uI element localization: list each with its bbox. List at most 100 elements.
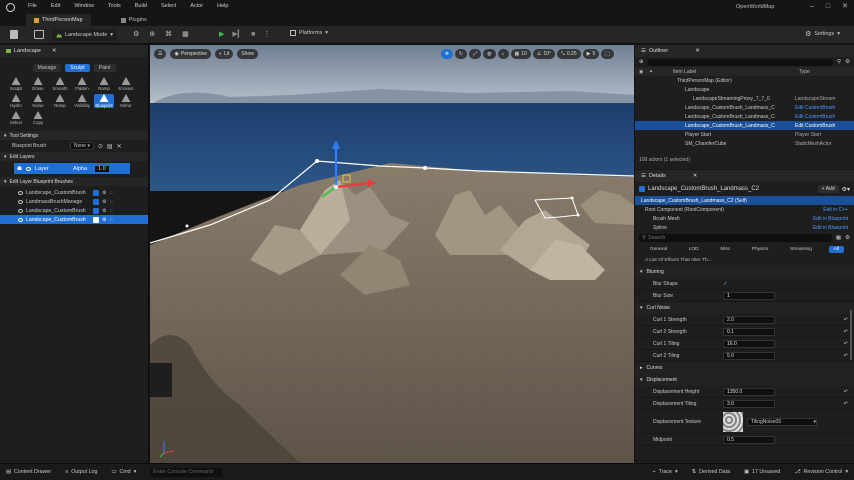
save-icon[interactable] [10, 30, 18, 39]
viewport-scene[interactable] [150, 45, 634, 463]
spline-point[interactable] [315, 159, 319, 163]
reset-icon[interactable]: ↶ [844, 401, 848, 407]
tool-smooth[interactable]: Smooth [50, 77, 70, 91]
add-actor-icon[interactable]: ⊕ [149, 30, 155, 38]
brush-item[interactable]: Landscape_CustomBrush ⚙ ◌ [0, 188, 148, 197]
settings-icon[interactable]: ⚙ [102, 217, 107, 223]
level-viewport[interactable]: ☰ ◉ Perspective ◐ Lit Show ✥ ↻ ⤢ ◍ ⌂ ▦ 10 ∠… [150, 45, 634, 463]
filter-misc[interactable]: Misc [715, 246, 735, 253]
prop-input[interactable]: 1350.0 [723, 387, 775, 396]
outliner-item-type[interactable]: Edit CustomBrush [795, 105, 850, 111]
eye-icon[interactable] [18, 217, 23, 222]
mode-manage[interactable]: Manage [32, 64, 62, 72]
lit-button[interactable]: ◐ Lit [214, 49, 234, 59]
column-type[interactable]: Type [799, 69, 810, 75]
outliner-item-type[interactable]: Edit CustomBrush [795, 114, 850, 120]
settings-icon[interactable]: ⚙ [102, 208, 107, 214]
component-self-row[interactable]: Landscape_CustomBrush_Landmass_C2 (Self) [635, 196, 854, 205]
close-icon[interactable]: ✕ [52, 48, 57, 54]
tool-blueprint[interactable]: Blueprint [94, 94, 114, 108]
revision-control-button[interactable]: ⎇ Revision Control ▾ [794, 469, 848, 475]
tool-copy[interactable]: Copy [28, 111, 48, 125]
column-item-label[interactable]: Item Label [673, 69, 799, 75]
folder-icon[interactable]: ▤ [107, 143, 113, 150]
menu-actor[interactable]: Actor [190, 3, 203, 9]
translate-icon[interactable]: ✥ [440, 49, 453, 59]
details-search-input[interactable]: ⚲ Search [639, 234, 832, 242]
eye-icon[interactable] [18, 208, 23, 213]
tool-flatten[interactable]: Flatten [72, 77, 92, 91]
settings-icon[interactable]: ⚙ [845, 235, 850, 241]
filter-lod[interactable]: LOD [684, 246, 704, 253]
maximize-viewport-icon[interactable]: ⬚ [601, 49, 614, 59]
menu-select[interactable]: Select [161, 3, 176, 9]
eye-icon[interactable] [18, 199, 23, 204]
category-curves[interactable]: ▸ Curves [635, 362, 854, 374]
outliner-row[interactable]: LandscapeStreamingProxy_7_7_0 LandscapeSt… [635, 94, 854, 103]
prop-input[interactable]: 2.0 [723, 315, 775, 324]
outliner-row[interactable]: ThirdPersonMap (Editor) [635, 76, 854, 85]
tool-visibility[interactable]: Visibility [72, 94, 92, 108]
spline-point[interactable] [423, 166, 427, 170]
filter-physics[interactable]: Physics [747, 246, 774, 253]
reset-icon[interactable]: ↶ [844, 353, 848, 359]
outliner-row[interactable]: Player Start Player Start [635, 130, 854, 139]
content-drawer-button[interactable]: ▤ Content Drawer [6, 469, 51, 475]
close-icon[interactable]: ✕ [693, 173, 698, 179]
minimize-icon[interactable]: – [810, 3, 814, 10]
reset-icon[interactable]: ↶ [844, 389, 848, 395]
clear-icon[interactable]: ✕ [117, 143, 122, 150]
alpha-input[interactable]: 1.0 [95, 165, 109, 172]
rotate-icon[interactable]: ↻ [454, 49, 468, 59]
blur-size-input[interactable]: 1 [723, 291, 775, 300]
reset-icon[interactable]: ↶ [844, 341, 848, 347]
camera-speed-button[interactable]: ▶ 5 [582, 49, 600, 59]
visible-icon[interactable]: ◌ [110, 190, 113, 196]
tool-select[interactable]: Select [6, 111, 26, 125]
menu-build[interactable]: Build [135, 3, 147, 9]
brushes-header[interactable]: ▾ Edit Layer Blueprint Brushes [0, 177, 148, 186]
blueprint-options-icon[interactable]: ⚙▾ [842, 186, 850, 193]
unsaved-button[interactable]: ▣ 17 Unsaved [744, 469, 780, 475]
texture-thumbnail[interactable] [723, 411, 743, 432]
mode-paint[interactable]: Paint [93, 64, 116, 72]
root-component-row[interactable]: Root Component (RootComponent) Edit in C… [635, 205, 854, 214]
eye-icon[interactable] [18, 190, 23, 195]
menu-window[interactable]: Window [74, 3, 94, 9]
angle-snap-button[interactable]: ∠ 10° [532, 49, 555, 59]
spline-point[interactable] [185, 224, 189, 228]
step-icon[interactable]: ▶▎ [232, 30, 243, 38]
scale-icon[interactable]: ⤢ [469, 49, 482, 59]
close-icon[interactable]: ✕ [695, 48, 700, 54]
panel-tab-outliner[interactable]: ☰ Outliner ✕ [635, 45, 854, 57]
output-log-button[interactable]: ≡ Output Log [65, 469, 97, 475]
content-icon[interactable] [34, 30, 44, 39]
edit-layer-row[interactable]: ☗ Layer Alpha 1.0 [14, 163, 130, 174]
scale-snap-button[interactable]: ⤡ 0.25 [556, 49, 581, 59]
spline-row[interactable]: Spline Edit in Blueprint [635, 223, 854, 232]
tool-erase[interactable]: Erase [28, 77, 48, 91]
grid-snap-button[interactable]: ▦ 10 [510, 49, 531, 59]
outliner-row[interactable]: Landscape_CustomBrush_Landmass_C Edit Cus… [635, 112, 854, 121]
brush-item[interactable]: Landscape_CustomBrush ⚙ ◌ [0, 215, 148, 224]
tool-retop[interactable]: Retop [50, 94, 70, 108]
brush-point[interactable] [576, 213, 580, 217]
filter-icon[interactable]: ⚲ [837, 59, 841, 65]
cmd-button[interactable]: ▭ Cmd ▾ [111, 469, 136, 475]
outliner-row[interactable]: Landscape_CustomBrush_Landmass_C Edit Cus… [635, 121, 854, 130]
show-button[interactable]: Show [237, 49, 258, 59]
play-icon[interactable]: ▶ [219, 30, 224, 38]
category-displacement[interactable]: ▾ Displacement [635, 374, 854, 386]
more-options-icon[interactable]: ⋮ [263, 30, 270, 38]
menu-edit[interactable]: Edit [51, 3, 60, 9]
outliner-row[interactable]: Landscape_CustomBrush_Landmass_C Edit Cus… [635, 103, 854, 112]
console-input[interactable]: Enter Console Command [150, 467, 223, 477]
cinematics-icon[interactable]: ▦ [182, 30, 189, 38]
tool-erosion[interactable]: Erosion [116, 77, 136, 91]
settings-icon[interactable]: ⚙ [102, 199, 107, 205]
menu-help[interactable]: Help [217, 3, 228, 9]
viewport-options-button[interactable]: ☰ [154, 49, 167, 59]
mode-selector[interactable]: Landscape Mode ▾ [52, 29, 117, 41]
outliner-search-input[interactable] [647, 58, 834, 66]
outliner-item-type[interactable]: Edit CustomBrush [795, 123, 850, 129]
